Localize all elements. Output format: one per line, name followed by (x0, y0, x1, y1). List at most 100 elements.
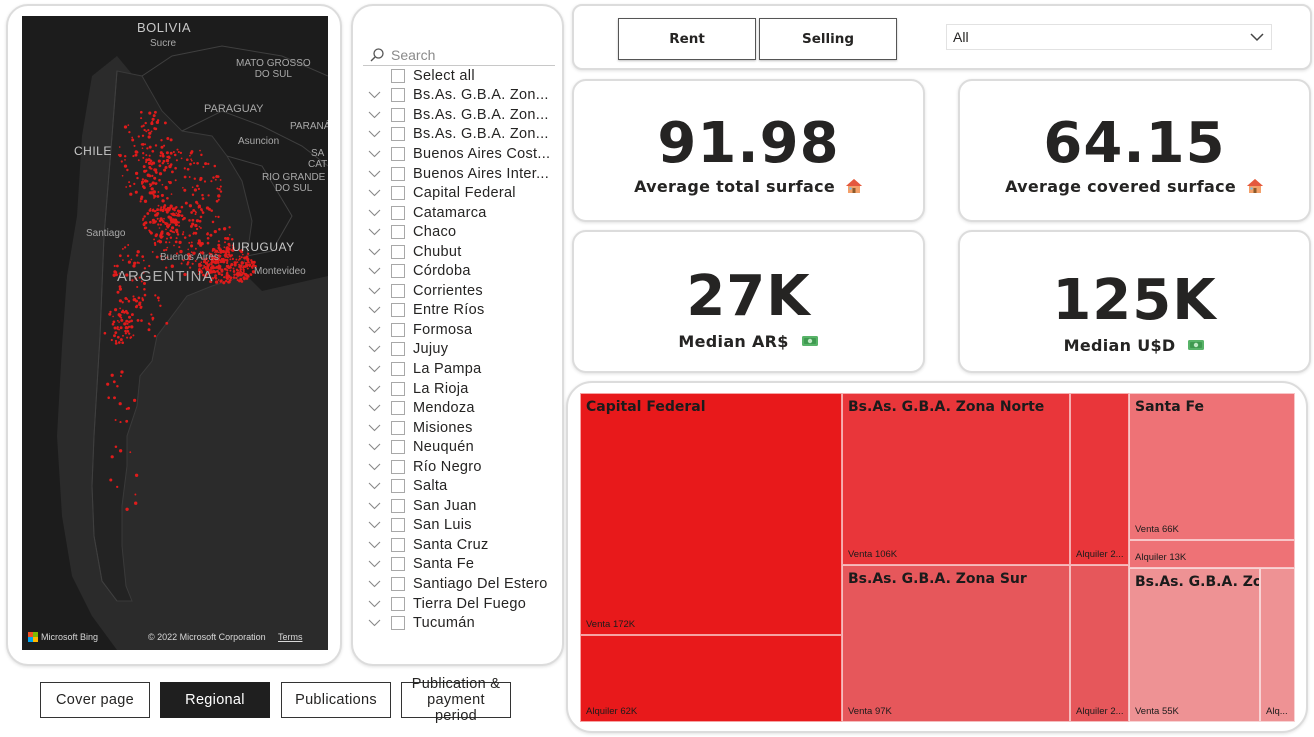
province-checkbox[interactable] (391, 440, 405, 455)
chevron-down-icon[interactable] (363, 304, 385, 316)
province-checkbox[interactable] (391, 244, 405, 259)
province-item[interactable]: Catamarca (363, 203, 563, 223)
rent-button[interactable]: Rent (618, 18, 756, 60)
chevron-down-icon[interactable] (363, 383, 385, 395)
province-checkbox[interactable] (391, 146, 405, 161)
province-checkbox[interactable] (391, 381, 405, 396)
chevron-down-icon[interactable] (363, 128, 385, 140)
chevron-down-icon[interactable] (363, 461, 385, 473)
province-checkbox[interactable] (391, 616, 405, 631)
category-dropdown[interactable]: All (946, 24, 1272, 50)
province-item[interactable]: Capital Federal (363, 183, 563, 203)
province-item[interactable]: Chaco (363, 222, 563, 242)
province-checkbox[interactable] (391, 225, 405, 240)
treemap-cell[interactable]: Bs.As. G.B.A. Zona Sur Venta 97K (842, 565, 1070, 722)
province-item[interactable]: Tucumán (363, 613, 563, 633)
province-checkbox[interactable] (391, 127, 405, 142)
treemap-cell[interactable]: Bs.As. G.B.A. Zon... Venta 55K (1129, 568, 1260, 722)
chevron-down-icon[interactable] (363, 285, 385, 297)
province-item[interactable]: La Rioja (363, 379, 563, 399)
province-item[interactable]: Misiones (363, 418, 563, 438)
province-checkbox[interactable] (391, 342, 405, 357)
province-item[interactable]: La Pampa (363, 359, 563, 379)
province-checkbox[interactable] (391, 537, 405, 552)
province-item[interactable]: Salta (363, 476, 563, 496)
province-item[interactable]: Formosa (363, 320, 563, 340)
chevron-down-icon[interactable] (363, 480, 385, 492)
chevron-down-icon[interactable] (363, 539, 385, 551)
nav-cover-page-button[interactable]: Cover page (40, 682, 150, 718)
province-checkbox[interactable] (391, 498, 405, 513)
nav-publications-button[interactable]: Publications (281, 682, 391, 718)
slicer-search[interactable]: Search (363, 44, 555, 66)
province-checkbox[interactable] (391, 107, 405, 122)
province-item[interactable]: Jujuy (363, 340, 563, 360)
chevron-down-icon[interactable] (363, 343, 385, 355)
nav-regional-button[interactable]: Regional (160, 682, 270, 718)
province-item[interactable]: Bs.As. G.B.A. Zon... (363, 125, 563, 145)
province-item[interactable]: Río Negro (363, 457, 563, 477)
treemap-cell[interactable]: Alq... (1260, 568, 1295, 722)
province-item[interactable]: Santiago Del Estero (363, 574, 563, 594)
province-checkbox[interactable] (391, 479, 405, 494)
province-checkbox[interactable] (391, 303, 405, 318)
chevron-down-icon[interactable] (363, 265, 385, 277)
province-checkbox[interactable] (391, 186, 405, 201)
search-input[interactable]: Search (391, 47, 435, 63)
province-item[interactable]: Bs.As. G.B.A. Zon... (363, 105, 563, 125)
chevron-down-icon[interactable] (363, 441, 385, 453)
province-checkbox[interactable] (391, 401, 405, 416)
province-item[interactable]: Santa Cruz (363, 535, 563, 555)
chevron-down-icon[interactable] (363, 578, 385, 590)
selling-button[interactable]: Selling (759, 18, 897, 60)
treemap-cell[interactable]: Alquiler 13K (1129, 540, 1295, 568)
province-checkbox[interactable] (391, 166, 405, 181)
nav-publication-payment-button[interactable]: Publication & payment period (401, 676, 511, 724)
province-item[interactable]: Chubut (363, 242, 563, 262)
select-all-item[interactable]: Select all (363, 66, 563, 86)
treemap-cell[interactable]: Alquiler 2... (1070, 393, 1129, 565)
select-all-checkbox[interactable] (391, 68, 405, 83)
chevron-down-icon[interactable] (363, 89, 385, 101)
treemap-cell[interactable]: Santa Fe Venta 66K (1129, 393, 1295, 540)
province-checkbox[interactable] (391, 518, 405, 533)
chevron-down-icon[interactable] (363, 500, 385, 512)
chevron-down-icon[interactable] (363, 109, 385, 121)
province-item[interactable]: Tierra Del Fuego (363, 594, 563, 614)
province-item[interactable]: Córdoba (363, 261, 563, 281)
chevron-down-icon[interactable] (363, 207, 385, 219)
chevron-down-icon[interactable] (363, 226, 385, 238)
chevron-down-icon[interactable] (363, 363, 385, 375)
province-checkbox[interactable] (391, 205, 405, 220)
province-item[interactable]: Entre Ríos (363, 301, 563, 321)
chevron-down-icon[interactable] (363, 148, 385, 160)
province-item[interactable]: Mendoza (363, 398, 563, 418)
province-checkbox[interactable] (391, 88, 405, 103)
province-item[interactable]: Corrientes (363, 281, 563, 301)
treemap-cell[interactable]: Capital Federal Venta 172K (580, 393, 842, 635)
treemap-cell[interactable]: Alquiler 2... (1070, 565, 1129, 722)
province-item[interactable]: Neuquén (363, 437, 563, 457)
province-checkbox[interactable] (391, 283, 405, 298)
province-item[interactable]: Santa Fe (363, 555, 563, 575)
treemap-cell[interactable]: Alquiler 62K (580, 635, 842, 722)
map-terms-link[interactable]: Terms (278, 632, 303, 642)
province-checkbox[interactable] (391, 557, 405, 572)
province-checkbox[interactable] (391, 322, 405, 337)
chevron-down-icon[interactable] (363, 402, 385, 414)
province-checkbox[interactable] (391, 576, 405, 591)
province-checkbox[interactable] (391, 459, 405, 474)
argentina-map[interactable]: BOLIVIA Sucre MATO GROSSO DO SUL PARAGUA… (22, 16, 328, 650)
chevron-down-icon[interactable] (363, 519, 385, 531)
province-item[interactable]: Buenos Aires Inter... (363, 164, 563, 184)
chevron-down-icon[interactable] (363, 187, 385, 199)
province-item[interactable]: San Juan (363, 496, 563, 516)
province-item[interactable]: Buenos Aires Cost... (363, 144, 563, 164)
chevron-down-icon[interactable] (363, 422, 385, 434)
treemap-cell[interactable]: Bs.As. G.B.A. Zona Norte Venta 106K (842, 393, 1070, 565)
province-checkbox[interactable] (391, 361, 405, 376)
chevron-down-icon[interactable] (363, 617, 385, 629)
chevron-down-icon[interactable] (363, 558, 385, 570)
province-item[interactable]: San Luis (363, 516, 563, 536)
chevron-down-icon[interactable] (363, 598, 385, 610)
